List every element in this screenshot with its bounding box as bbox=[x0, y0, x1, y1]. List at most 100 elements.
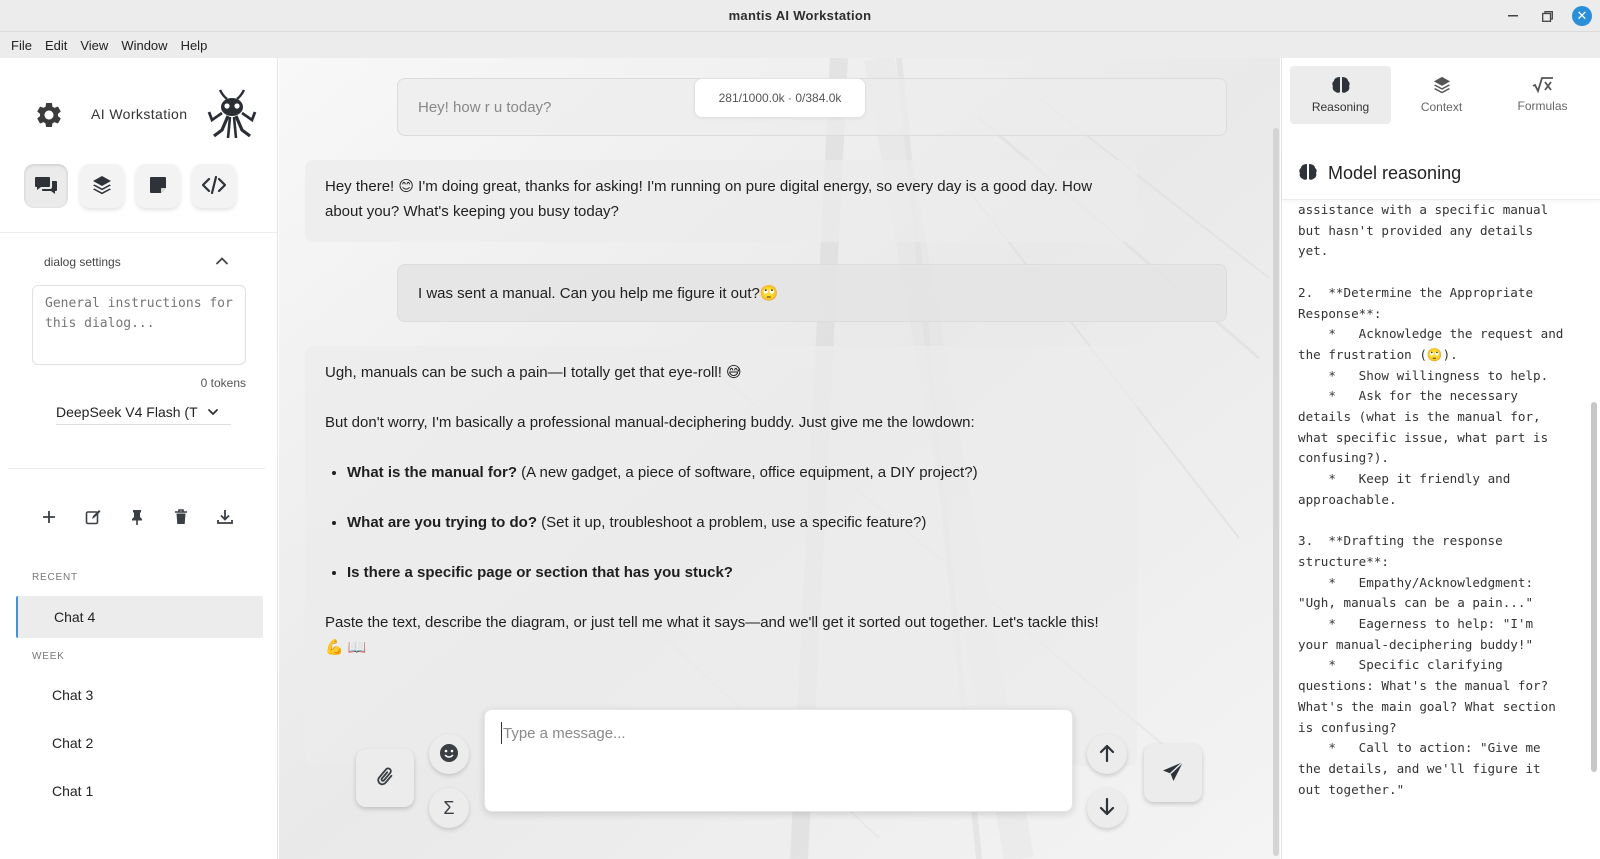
window-controls: ✕ bbox=[1504, 0, 1592, 32]
send-icon bbox=[1161, 760, 1185, 787]
list-item-rest: (A new gadget, a piece of software, offi… bbox=[517, 464, 978, 481]
group-label-week: WEEK bbox=[32, 651, 65, 662]
menu-bar: File Edit View Window Help bbox=[0, 32, 1600, 58]
chevron-up-icon[interactable] bbox=[215, 254, 229, 268]
pin-icon[interactable] bbox=[128, 508, 146, 526]
chat-item-label: Chat 2 bbox=[52, 735, 94, 751]
reasoning-text: assistance with a specific manual but ha… bbox=[1298, 202, 1564, 797]
scroll-up-button[interactable] bbox=[1087, 734, 1127, 774]
assistant-message: Ugh, manuals can be such a pain—I totall… bbox=[305, 346, 1137, 766]
window-title: mantis AI Workstation bbox=[728, 8, 872, 23]
mode-switcher bbox=[24, 164, 236, 208]
tab-context[interactable]: Context bbox=[1391, 66, 1492, 124]
right-panel: Reasoning Context Formulas Model reasoni… bbox=[1281, 58, 1600, 859]
message-input[interactable] bbox=[501, 722, 1041, 744]
dialog-settings-label: dialog settings bbox=[44, 255, 121, 269]
mantis-logo bbox=[206, 86, 258, 144]
list-item-bold: What is the manual for? bbox=[347, 464, 518, 481]
layers-icon bbox=[1433, 76, 1451, 100]
tab-label: Context bbox=[1420, 100, 1463, 114]
group-label-recent: RECENT bbox=[32, 572, 78, 583]
emoji-button[interactable] bbox=[429, 734, 469, 774]
message-text: Hey! how r u today? bbox=[418, 98, 552, 116]
list-item-bold: What are you trying to do? bbox=[347, 514, 537, 531]
chat-item-label: Chat 3 bbox=[52, 687, 94, 703]
menu-view[interactable]: View bbox=[75, 38, 113, 53]
list-item: Is there a specific page or section that… bbox=[347, 560, 1117, 585]
chat-item-chat-3[interactable]: Chat 3 bbox=[16, 674, 263, 716]
tab-reasoning[interactable]: Reasoning bbox=[1290, 66, 1391, 124]
message-paragraph: Ugh, manuals can be such a pain—I totall… bbox=[325, 364, 742, 381]
arrow-down-icon bbox=[1099, 797, 1115, 819]
tab-formulas[interactable]: Formulas bbox=[1492, 66, 1593, 124]
reasoning-title: Model reasoning bbox=[1328, 163, 1462, 183]
message-text: Hey there! 😊 I'm doing great, thanks for… bbox=[325, 178, 1093, 220]
brand-row: AI Workstation bbox=[0, 86, 278, 146]
message-paragraph: Paste the text, describe the diagram, or… bbox=[325, 614, 1099, 656]
chat-actions bbox=[40, 508, 234, 526]
model-select[interactable]: DeepSeek V4 Flash (T bbox=[56, 399, 231, 425]
message-paragraph: But don't worry, I'm basically a profess… bbox=[325, 414, 975, 431]
user-message: I was sent a manual. Can you help me fig… bbox=[397, 264, 1227, 322]
token-count: 0 tokens bbox=[200, 376, 246, 390]
chat-scrollbar[interactable] bbox=[1273, 128, 1279, 856]
brand-name: AI Workstation bbox=[91, 106, 188, 122]
list-item-rest: (Set it up, troubleshoot a problem, use … bbox=[537, 514, 927, 531]
gear-icon[interactable] bbox=[34, 100, 64, 130]
download-icon[interactable] bbox=[216, 508, 234, 526]
chat-item-label: Chat 4 bbox=[54, 609, 96, 625]
smiley-icon bbox=[439, 743, 459, 766]
list-item: What are you trying to do? (Set it up, t… bbox=[347, 510, 1117, 535]
scroll-down-button[interactable] bbox=[1087, 788, 1127, 828]
token-counter-badge: 281/1000.0k · 0/384.0k bbox=[694, 78, 866, 118]
chat-item-chat-4[interactable]: Chat 4 bbox=[16, 596, 263, 638]
arrow-up-icon bbox=[1099, 744, 1115, 765]
title-bar: mantis AI Workstation ✕ bbox=[0, 0, 1600, 32]
tab-label: Reasoning bbox=[1311, 100, 1370, 114]
divider bbox=[8, 468, 265, 469]
chat-mode-button[interactable] bbox=[24, 164, 68, 208]
menu-file[interactable]: File bbox=[6, 38, 37, 53]
notes-mode-button[interactable] bbox=[136, 164, 180, 208]
divider bbox=[0, 232, 278, 233]
trash-icon[interactable] bbox=[172, 508, 190, 526]
menu-edit[interactable]: Edit bbox=[40, 38, 72, 53]
paperclip-icon bbox=[374, 766, 396, 791]
brain-icon bbox=[1298, 163, 1318, 184]
code-icon bbox=[201, 175, 227, 197]
close-icon[interactable]: ✕ bbox=[1572, 6, 1592, 26]
menu-help[interactable]: Help bbox=[176, 38, 213, 53]
code-mode-button[interactable] bbox=[192, 164, 236, 208]
menu-window[interactable]: Window bbox=[116, 38, 172, 53]
message-list: What is the manual for? (A new gadget, a… bbox=[347, 460, 1117, 585]
chat-bubbles-icon bbox=[34, 174, 58, 199]
tab-label: Formulas bbox=[1517, 99, 1568, 113]
sqrt-x-icon bbox=[1532, 77, 1554, 99]
chat-item-chat-1[interactable]: Chat 1 bbox=[16, 770, 263, 812]
dialog-instructions-field[interactable] bbox=[32, 285, 246, 365]
minimize-icon[interactable] bbox=[1504, 7, 1522, 25]
layers-mode-button[interactable] bbox=[80, 164, 124, 208]
right-panel-tabs: Reasoning Context Formulas bbox=[1290, 66, 1593, 124]
list-item-bold: Is there a specific page or section that… bbox=[347, 564, 733, 581]
chat-item-chat-2[interactable]: Chat 2 bbox=[16, 722, 263, 764]
brain-icon bbox=[1331, 76, 1351, 100]
new-chat-icon[interactable] bbox=[40, 508, 58, 526]
reasoning-header: Model reasoning bbox=[1282, 148, 1600, 200]
message-composer[interactable] bbox=[484, 709, 1073, 812]
attach-button[interactable] bbox=[356, 749, 414, 807]
chat-item-label: Chat 1 bbox=[52, 783, 94, 799]
edit-icon[interactable] bbox=[84, 508, 102, 526]
layers-icon bbox=[92, 175, 112, 198]
chevron-down-icon bbox=[208, 408, 218, 415]
reasoning-scrollbar[interactable] bbox=[1591, 402, 1597, 772]
assistant-message: Hey there! 😊 I'm doing great, thanks for… bbox=[305, 160, 1137, 242]
left-sidebar: AI Workstation dialog settings General i… bbox=[0, 58, 278, 859]
send-button[interactable] bbox=[1144, 744, 1202, 802]
list-item: What is the manual for? (A new gadget, a… bbox=[347, 460, 1117, 485]
maximize-icon[interactable] bbox=[1538, 7, 1556, 25]
note-icon bbox=[149, 176, 167, 197]
sigma-icon: Σ bbox=[443, 797, 455, 818]
formula-button[interactable]: Σ bbox=[429, 788, 469, 828]
message-text: I was sent a manual. Can you help me fig… bbox=[418, 284, 779, 302]
